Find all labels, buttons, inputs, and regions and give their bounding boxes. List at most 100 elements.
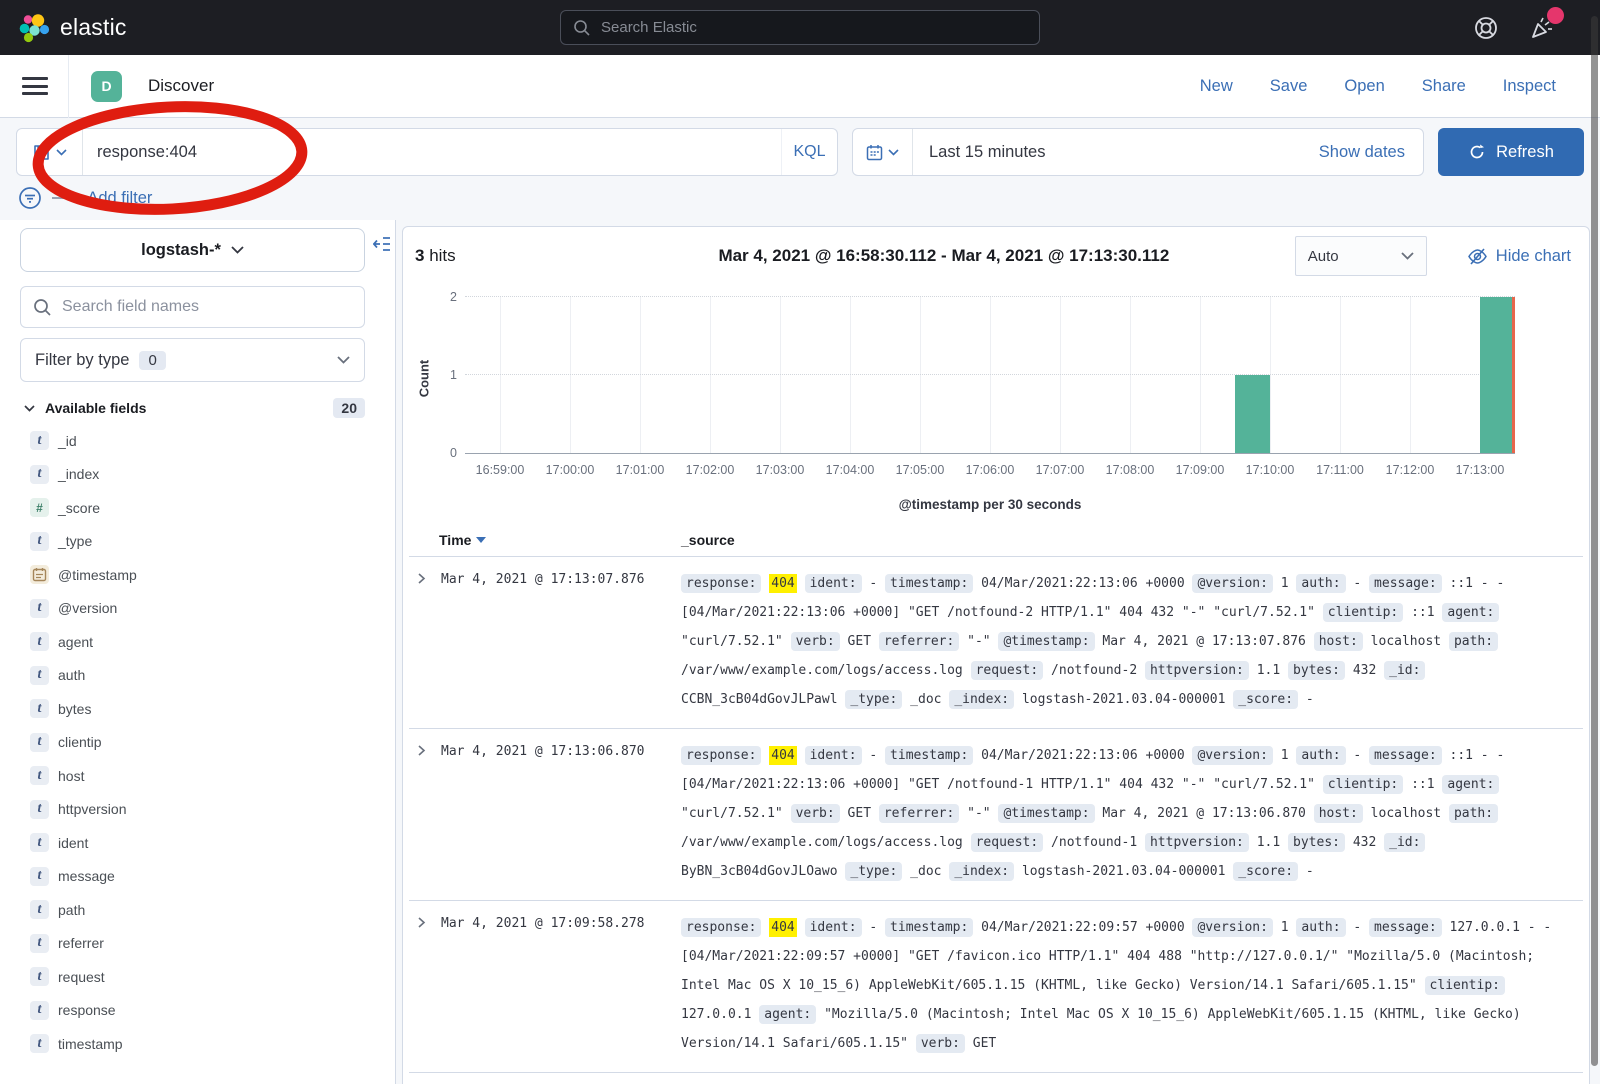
nav-action-inspect[interactable]: Inspect xyxy=(1503,77,1556,96)
show-dates-button[interactable]: Show dates xyxy=(1319,143,1423,162)
x-tick-label: 16:59:00 xyxy=(476,463,525,477)
field-value: logstash-2021.03.04-000001 xyxy=(1022,864,1226,879)
date-quick-select-button[interactable] xyxy=(853,129,913,175)
field-name: @version xyxy=(58,600,117,616)
expand-row-button[interactable] xyxy=(415,569,441,714)
filter-bar: + Add filter xyxy=(16,176,1584,220)
field-name-badge: _id: xyxy=(1384,661,1425,680)
field-item-version[interactable]: t @version xyxy=(0,592,395,626)
field-item-response[interactable]: tresponse xyxy=(0,994,395,1028)
field-name-badge: _index: xyxy=(949,690,1014,709)
discover-app-badge[interactable]: D xyxy=(91,71,122,102)
field-item-auth[interactable]: tauth xyxy=(0,659,395,693)
string-type-icon: t xyxy=(30,599,49,618)
field-name: request xyxy=(58,969,105,985)
menu-button[interactable] xyxy=(22,77,48,95)
field-value: 1 xyxy=(1281,748,1289,763)
nav-action-save[interactable]: Save xyxy=(1270,77,1308,96)
filter-by-type-dropdown[interactable]: Filter by type 0 xyxy=(20,338,365,382)
field-item-timestamp[interactable]: ttimestamp xyxy=(0,1027,395,1061)
doc-source: response: 404 ident: - timestamp: 04/Mar… xyxy=(681,741,1573,886)
field-item-host[interactable]: thost xyxy=(0,759,395,793)
collapse-sidebar-button[interactable] xyxy=(373,236,391,252)
query-language-button[interactable]: KQL xyxy=(781,129,837,175)
field-item-ident[interactable]: tident xyxy=(0,826,395,860)
string-type-icon: t xyxy=(30,666,49,685)
global-search-input[interactable]: Search Elastic xyxy=(560,10,1040,45)
saved-queries-button[interactable] xyxy=(17,129,83,175)
refresh-button[interactable]: Refresh xyxy=(1438,128,1584,176)
nav-action-new[interactable]: New xyxy=(1200,77,1233,96)
hide-chart-button[interactable]: Hide chart xyxy=(1467,246,1571,267)
table-row: Mar 4, 2021 @ 17:09:58.278response: 404 … xyxy=(409,901,1583,1073)
nav-action-open[interactable]: Open xyxy=(1344,77,1384,96)
x-tick-label: 17:12:00 xyxy=(1386,463,1435,477)
gridline-vertical xyxy=(780,297,781,453)
field-name-badge: timestamp: xyxy=(885,574,973,593)
field-name: timestamp xyxy=(58,1036,123,1052)
newsfeed-button[interactable] xyxy=(1528,14,1556,42)
field-name-badge: @timestamp: xyxy=(998,632,1094,651)
expand-row-button[interactable] xyxy=(415,741,441,886)
string-type-icon: t xyxy=(30,766,49,785)
field-name-badge: verb: xyxy=(791,804,840,823)
gridline-vertical xyxy=(850,297,851,453)
available-fields-header[interactable]: Available fields 20 xyxy=(24,398,365,418)
calendar-icon xyxy=(866,144,883,161)
field-item-referrer[interactable]: treferrer xyxy=(0,927,395,961)
gridline-vertical xyxy=(990,297,991,453)
field-item-_score[interactable]: #_score xyxy=(0,491,395,525)
help-button[interactable] xyxy=(1472,14,1500,42)
chevron-down-icon xyxy=(888,149,899,156)
field-item-clientip[interactable]: tclientip xyxy=(0,726,395,760)
histogram-bar[interactable] xyxy=(1480,297,1515,453)
field-name-badge: host: xyxy=(1314,804,1363,823)
field-name-badge: timestamp: xyxy=(885,918,973,937)
field-item-_id[interactable]: t_id xyxy=(0,424,395,458)
gridline-vertical xyxy=(1270,297,1271,453)
field-name-badge: message: xyxy=(1369,746,1442,765)
chevron-right-icon xyxy=(415,744,428,757)
number-type-icon: # xyxy=(30,498,49,517)
time-range-display[interactable]: Last 15 minutes xyxy=(913,143,1045,162)
string-type-icon: t xyxy=(30,699,49,718)
field-value: 04/Mar/2021:22:13:06 +0000 xyxy=(981,748,1185,763)
field-item-_type[interactable]: t_type xyxy=(0,525,395,559)
fields-sidebar: logstash-* Filter by type 0 xyxy=(0,220,396,1084)
field-name-badge: auth: xyxy=(1296,918,1345,937)
x-tick-label: 17:01:00 xyxy=(616,463,665,477)
field-value: ::1 xyxy=(1411,777,1434,792)
field-item-_index[interactable]: t_index xyxy=(0,458,395,492)
x-axis-ticks: 16:59:0017:00:0017:01:0017:02:0017:03:00… xyxy=(465,463,1515,481)
interval-select[interactable]: Auto xyxy=(1295,236,1427,276)
field-item-path[interactable]: tpath xyxy=(0,893,395,927)
column-header-time[interactable]: Time xyxy=(439,532,681,548)
field-value: - xyxy=(869,748,877,763)
page-scrollbar[interactable] xyxy=(1591,16,1598,1066)
field-value: - xyxy=(1353,576,1361,591)
x-tick-label: 17:04:00 xyxy=(826,463,875,477)
query-input[interactable] xyxy=(83,129,781,175)
field-item-timestamp[interactable]: @timestamp xyxy=(0,558,395,592)
expand-row-button[interactable] xyxy=(415,913,441,1058)
date-type-icon xyxy=(30,565,49,584)
field-item-request[interactable]: trequest xyxy=(0,960,395,994)
histogram-bar[interactable] xyxy=(1235,375,1270,453)
field-item-httpversion[interactable]: thttpversion xyxy=(0,793,395,827)
field-item-bytes[interactable]: tbytes xyxy=(0,692,395,726)
add-filter-button[interactable]: + Add filter xyxy=(74,189,152,208)
elastic-logo[interactable]: elastic xyxy=(18,12,127,44)
index-pattern-selector[interactable]: logstash-* xyxy=(20,228,365,272)
hits-count: 3 hits xyxy=(415,246,605,266)
field-list: t_idt_index#_scoret_type@timestamp t @vers… xyxy=(0,424,395,1061)
table-header: Time _source xyxy=(409,523,1583,557)
divider xyxy=(68,55,69,118)
field-name-badge: httpversion: xyxy=(1145,661,1249,680)
string-type-icon: t xyxy=(30,632,49,651)
column-header-source[interactable]: _source xyxy=(681,532,735,548)
field-item-message[interactable]: tmessage xyxy=(0,860,395,894)
nav-action-share[interactable]: Share xyxy=(1422,77,1466,96)
field-search-input[interactable] xyxy=(62,298,352,316)
filter-options-icon[interactable] xyxy=(18,186,42,210)
field-item-agent[interactable]: tagent xyxy=(0,625,395,659)
